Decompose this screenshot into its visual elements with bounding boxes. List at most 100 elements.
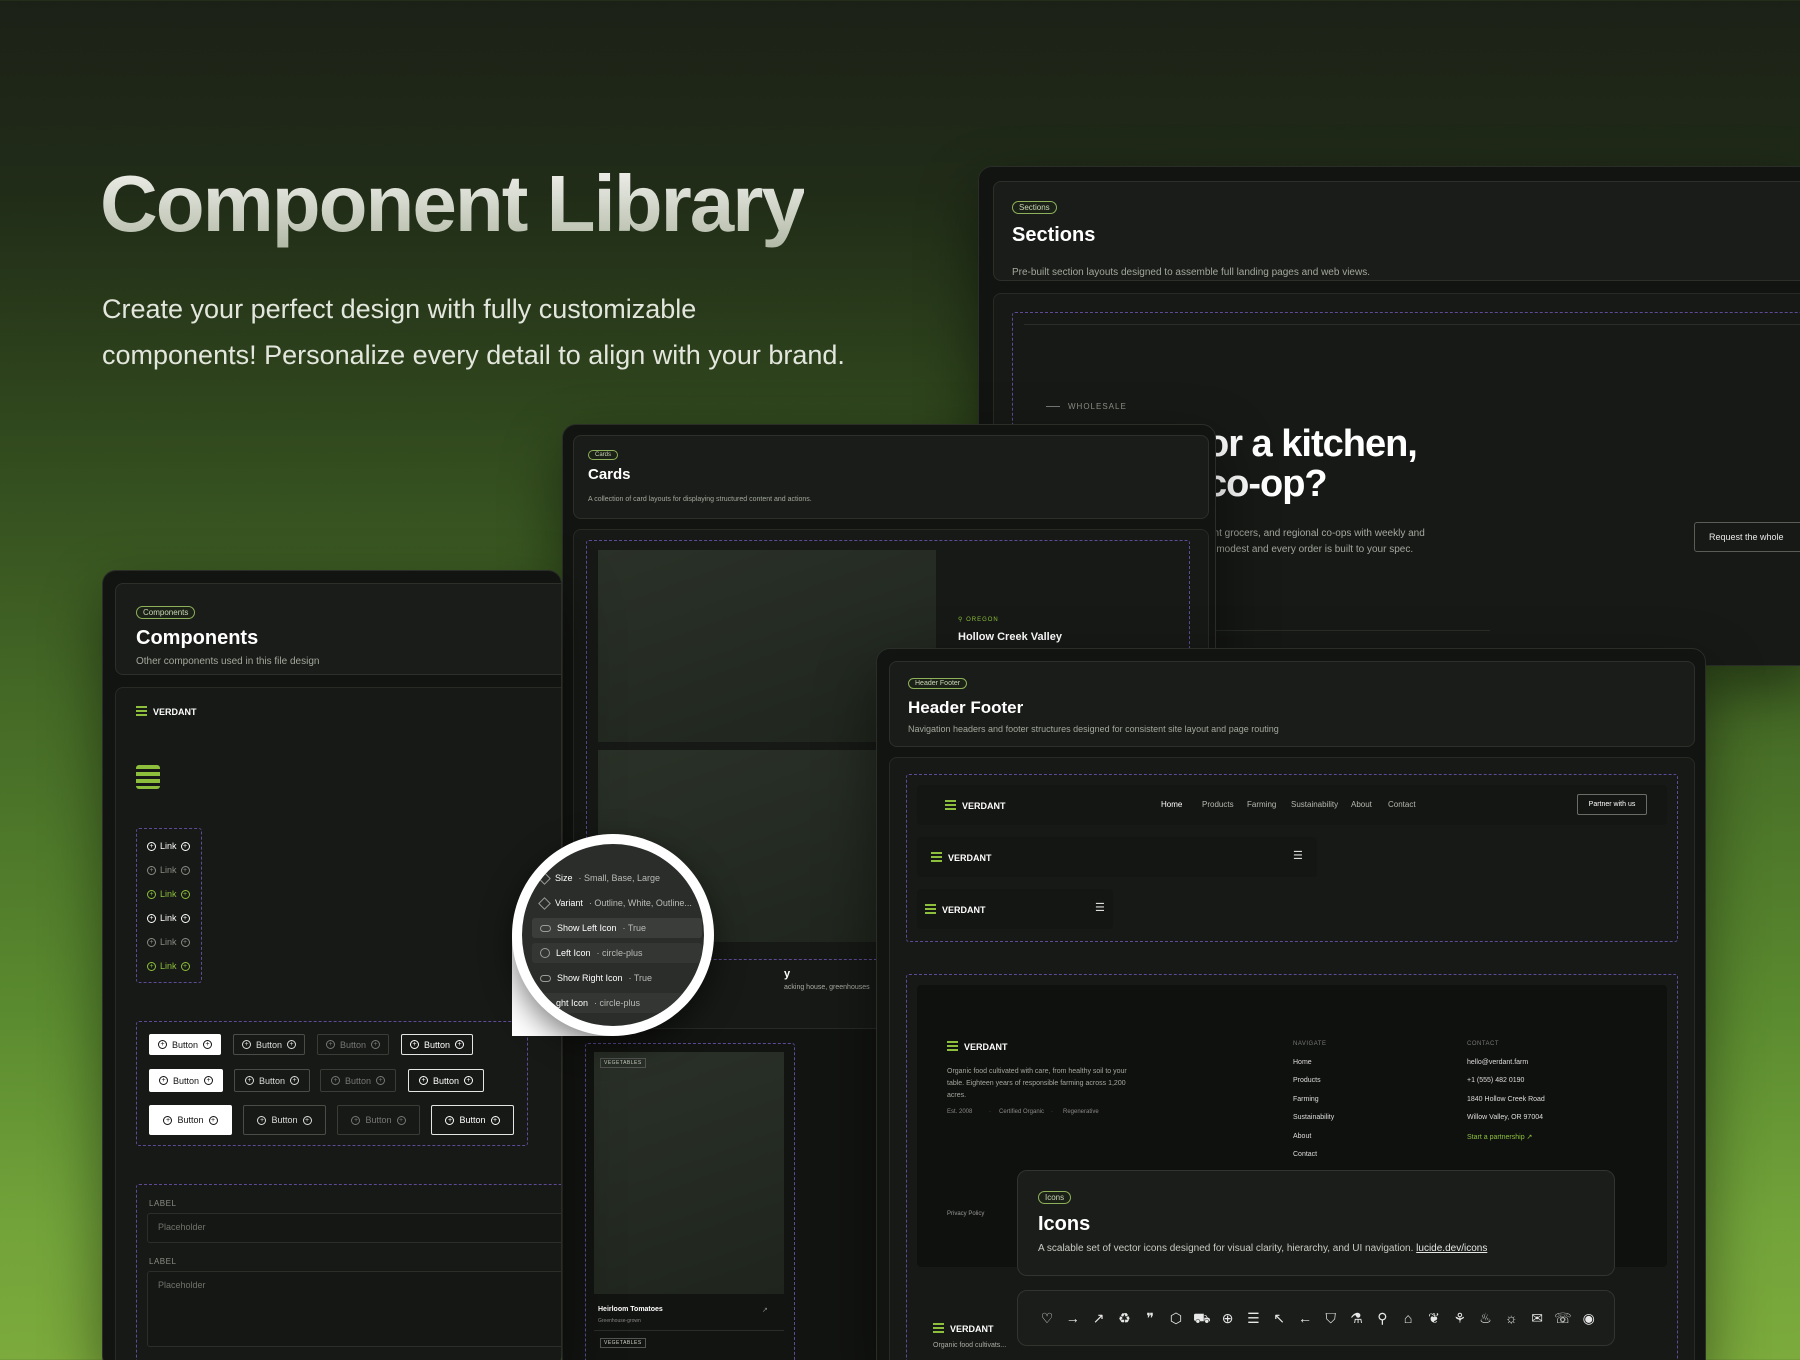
circle-plus-icon: +	[158, 1076, 168, 1085]
footer-nav-link[interactable]: About	[1293, 1133, 1311, 1140]
footer-brand-logo[interactable]: VERDANT	[933, 1323, 994, 1334]
footer-nav-link[interactable]: Farming	[1293, 1096, 1319, 1103]
flame-icon[interactable]: ♨	[1477, 1309, 1495, 1327]
sun-icon[interactable]: ☼	[1502, 1309, 1520, 1327]
contact-phone[interactable]: +1 (555) 482 0190	[1467, 1077, 1524, 1084]
button-outline[interactable]: + Button +	[233, 1034, 305, 1055]
button-disabled[interactable]: + Button +	[320, 1069, 396, 1092]
components-title: Components	[136, 627, 259, 649]
property-name: Left Icon	[556, 948, 591, 958]
nav-sustainability[interactable]: Sustainability	[1291, 800, 1338, 809]
inputs-frame: LABEL Placeholder LABEL Placeholder	[136, 1184, 561, 1360]
partnership-link[interactable]: Start a partnership ↗	[1467, 1133, 1532, 1141]
desktop-header: VERDANT Home Products Farming Sustainabi…	[917, 785, 1667, 825]
link[interactable]: + Link +	[147, 865, 190, 875]
button-outline-large[interactable]: + Button +	[243, 1105, 326, 1135]
product-card-frame: VEGETABLES Heirloom Tomatoes Greenhouse-…	[585, 1043, 795, 1360]
property-variant[interactable]: Variant · Outline, White, Outline...	[532, 893, 702, 913]
eye-icon[interactable]: ◉	[1580, 1309, 1598, 1327]
property-right-icon[interactable]: ght Icon · circle-plus	[532, 993, 702, 1013]
nav-about[interactable]: About	[1351, 800, 1372, 809]
brand-logo[interactable]: VERDANT	[945, 800, 1006, 811]
property-show-left-icon[interactable]: Show Left Icon · True	[532, 918, 702, 938]
link[interactable]: + Link +	[147, 937, 190, 947]
verdant-mark-icon	[136, 765, 160, 789]
tractor-icon[interactable]: ⛟	[1193, 1309, 1211, 1327]
lucide-link[interactable]: lucide.dev/icons	[1416, 1243, 1487, 1254]
arrow-up-left-icon[interactable]: ↖	[1270, 1309, 1288, 1327]
button-disabled[interactable]: + Button +	[317, 1034, 389, 1055]
button-outline[interactable]: + Button +	[234, 1069, 310, 1092]
cards-description: A collection of card layouts for display…	[588, 496, 812, 503]
footer-nav-link[interactable]: Home	[1293, 1059, 1312, 1066]
verdant-logo-icon	[945, 800, 956, 811]
footer-about-line: Organic food cultivated with care, from …	[947, 1068, 1127, 1075]
textarea-input[interactable]: Placeholder	[147, 1271, 561, 1347]
link-label: Link	[160, 937, 177, 947]
partner-button[interactable]: Partner with us	[1577, 794, 1647, 815]
request-button[interactable]: Request the whole	[1694, 522, 1800, 552]
leaf-icon[interactable]: ❦	[1425, 1309, 1443, 1327]
heart-icon[interactable]: ♡	[1038, 1309, 1056, 1327]
home-icon[interactable]: ⌂	[1399, 1309, 1417, 1327]
text-input[interactable]: Placeholder	[147, 1213, 561, 1243]
button-white[interactable]: + Button +	[149, 1034, 221, 1055]
circle-plus-icon: +	[464, 1076, 474, 1085]
circle-plus-icon: +	[351, 1115, 361, 1125]
arrow-up-right-icon[interactable]: ↗	[762, 1306, 768, 1314]
nav-home[interactable]: Home	[1161, 800, 1182, 809]
field-label: LABEL	[149, 1257, 177, 1266]
links-frame: + Link + + Link + + Link + + Link + + Link + + Link…	[136, 828, 202, 983]
footer-brand-logo[interactable]: VERDANT	[947, 1041, 1008, 1052]
button-outline-white[interactable]: + Button +	[408, 1069, 484, 1092]
circle-plus-icon: +	[147, 961, 156, 971]
circle-plus-icon: +	[147, 841, 156, 851]
nav-farming[interactable]: Farming	[1247, 800, 1276, 809]
map-pin-icon[interactable]: ⚲	[1373, 1309, 1391, 1327]
arrow-up-right-icon[interactable]: ↗	[1090, 1309, 1108, 1327]
footer-nav-link[interactable]: Sustainability	[1293, 1114, 1334, 1121]
brand-logo[interactable]: VERDANT	[925, 904, 986, 915]
verdant-logo-icon	[933, 1323, 944, 1334]
menu-icon[interactable]: ☰	[1095, 901, 1105, 914]
privacy-link[interactable]: Privacy Policy	[947, 1211, 984, 1217]
footer-nav-link[interactable]: Contact	[1293, 1151, 1317, 1158]
shield-icon[interactable]: ⛉	[1322, 1309, 1340, 1327]
components-tag: Components	[136, 606, 196, 619]
recycle-icon[interactable]: ♻	[1115, 1309, 1133, 1327]
box-icon[interactable]: ⬡	[1167, 1309, 1185, 1327]
property-left-icon[interactable]: Left Icon · circle-plus	[532, 943, 702, 963]
property-value: · True	[622, 923, 647, 933]
cards-tag: Cards	[588, 450, 619, 460]
link[interactable]: + Link +	[147, 913, 190, 923]
button-disabled-large[interactable]: + Button +	[337, 1105, 420, 1135]
badge: Certified Organic	[999, 1109, 1045, 1115]
nav-products[interactable]: Products	[1202, 800, 1234, 809]
arrow-right-icon[interactable]: →	[1064, 1309, 1082, 1327]
phone-icon[interactable]: ☏	[1554, 1309, 1572, 1327]
nav-contact[interactable]: Contact	[1388, 800, 1416, 809]
button-outline-white[interactable]: + Button +	[401, 1034, 473, 1055]
sprout-icon[interactable]: ⚘	[1451, 1309, 1469, 1327]
property-size[interactable]: Size · Small, Base, Large	[532, 868, 702, 888]
arrow-left-icon[interactable]: ←	[1296, 1309, 1314, 1327]
footer-nav-link[interactable]: Products	[1293, 1077, 1321, 1084]
property-show-right-icon[interactable]: Show Right Icon · True	[532, 968, 702, 988]
link[interactable]: + Link +	[147, 961, 190, 971]
brand-logo[interactable]: VERDANT	[931, 852, 992, 863]
button-outline-white-large[interactable]: + Button +	[431, 1105, 514, 1135]
flask-icon[interactable]: ⚗	[1348, 1309, 1366, 1327]
mail-icon[interactable]: ✉	[1528, 1309, 1546, 1327]
link[interactable]: + Link +	[147, 841, 190, 851]
circle-plus-icon[interactable]: ⊕	[1219, 1309, 1237, 1327]
quote-icon[interactable]: ❞	[1141, 1309, 1159, 1327]
menu-icon[interactable]: ☰	[1244, 1309, 1262, 1327]
link[interactable]: + Link +	[147, 889, 190, 899]
button-label: Button	[339, 1039, 367, 1050]
verdant-logo-icon	[947, 1041, 958, 1052]
menu-icon[interactable]: ☰	[1293, 849, 1303, 862]
icons-grid: ♡ → ↗ ♻ ❞ ⬡ ⛟ ⊕ ☰ ↖ ← ⛉ ⚗ ⚲ ⌂ ❦ ⚘ ♨ ☼ ✉ ☏ ◉	[1017, 1290, 1615, 1346]
contact-email[interactable]: hello@verdant.farm	[1467, 1059, 1528, 1066]
button-white[interactable]: + Button +	[149, 1069, 223, 1092]
button-white-large[interactable]: + Button +	[149, 1105, 232, 1135]
